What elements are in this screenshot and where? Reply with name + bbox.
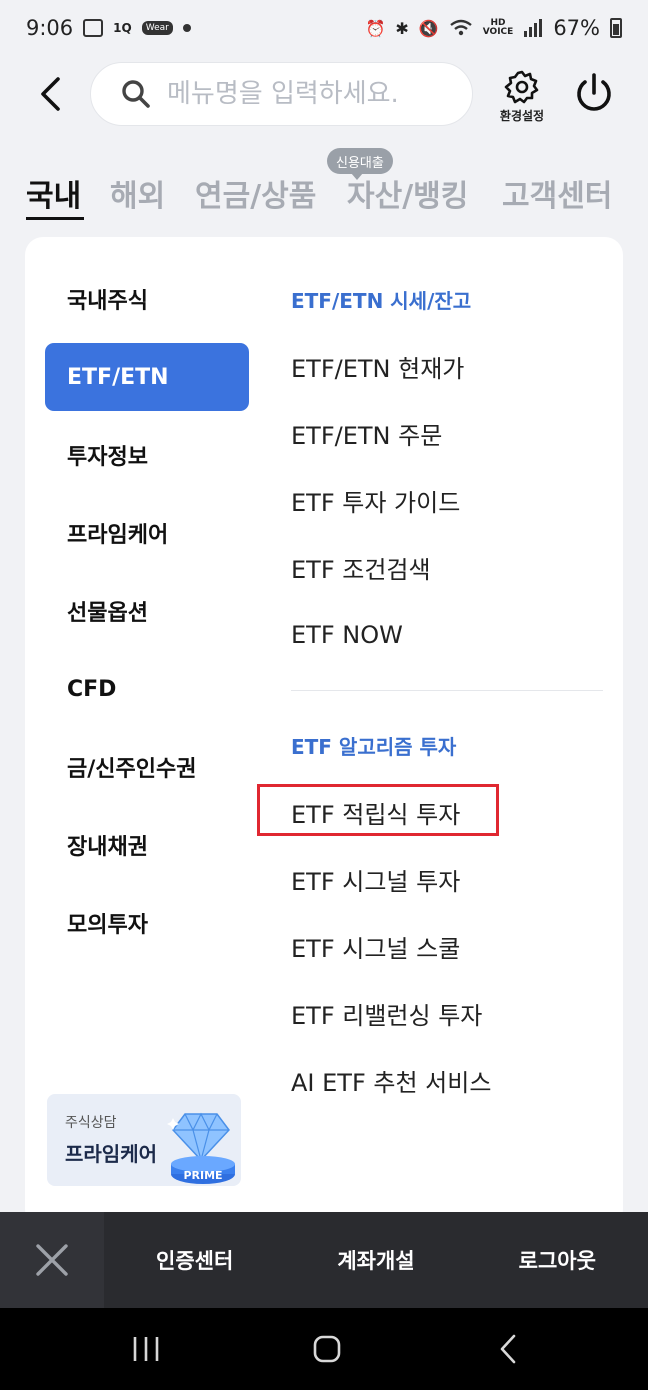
home-button[interactable] [297,1326,357,1372]
submenu-etf-now[interactable]: ETF NOW [291,601,603,668]
tab-pension[interactable]: 연금/상품 [195,171,316,215]
submenu-etf-installment[interactable]: ETF 적립식 투자 [257,779,603,846]
search-icon [122,80,150,108]
left-nav: 국내주식 ETF/ETN 투자정보 프라임케어 선물옵션 CFD 금/신주인수권… [45,265,249,967]
submenu-list: ETF/ETN 시세/잔고 ETF/ETN 현재가 ETF/ETN 주문 ETF… [257,265,603,1114]
menu-card: 국내주식 ETF/ETN 투자정보 프라임케어 선물옵션 CFD 금/신주인수권… [25,237,623,1227]
submenu-etf-signal-school[interactable]: ETF 시그널 스쿨 [291,913,603,980]
wifi-icon [449,18,473,38]
nav-item-domestic-stock[interactable]: 국내주식 [45,265,249,333]
system-navigation-bar [0,1308,648,1390]
mute-icon: 🔇 [418,18,439,38]
search-bar[interactable] [90,62,473,126]
power-icon [577,73,611,111]
logout-link[interactable]: 로그아웃 [467,1245,648,1275]
active-tab-indicator [26,217,84,220]
wear-icon: Wear [141,21,173,35]
prime-badge: PRIME [183,1169,222,1182]
chevron-left-icon [41,77,60,111]
section-title-algorithm: ETF 알고리즘 투자 [291,734,457,759]
prime-care-banner[interactable]: 주식상담 프라임케어 PRIME [47,1094,241,1186]
section-divider [291,690,603,691]
submenu-etf-rebalancing[interactable]: ETF 리밸런싱 투자 [291,980,603,1047]
nav-item-gold-rights[interactable]: 금/신주인수권 [45,733,249,801]
battery-percent: 67% [553,16,600,40]
nav-item-etf-etn[interactable]: ETF/ETN [45,343,249,411]
category-tabs: 국내 해외 연금/상품 신용대출 자산/뱅킹 고객센터 [0,145,648,225]
alarm-icon: ⏰ [365,18,386,38]
nav-item-cfd[interactable]: CFD [45,655,249,723]
battery-icon [610,18,622,38]
tab-assets-banking[interactable]: 자산/뱅킹 [347,171,468,215]
nav-item-prime-care[interactable]: 프라임케어 [45,499,249,567]
nav-item-investment-info[interactable]: 투자정보 [45,421,249,489]
settings-label: 환경설정 [499,109,545,123]
close-icon [36,1244,68,1276]
status-left: 9:06 1Q Wear [26,16,191,40]
tab-overseas[interactable]: 해외 [110,171,165,215]
settings-button[interactable]: 환경설정 [492,70,552,130]
recent-apps-button[interactable] [116,1326,176,1372]
open-account-link[interactable]: 계좌개설 [285,1245,466,1275]
system-back-button[interactable] [478,1326,538,1372]
auth-center-link[interactable]: 인증센터 [104,1245,285,1275]
submenu-etf-order[interactable]: ETF/ETN 주문 [291,400,603,467]
power-button[interactable] [572,72,616,116]
signal-icon [523,19,543,37]
back-arrow-icon [500,1334,516,1364]
nav-item-mock-trading[interactable]: 모의투자 [45,889,249,957]
bottom-action-bar: 인증센터 계좌개설 로그아웃 [0,1212,648,1308]
home-icon [313,1335,341,1363]
bluetooth-icon: ✱ [395,18,409,38]
diamond-icon: PRIME [167,1112,235,1184]
gear-icon [504,70,539,104]
header: 환경설정 [0,56,648,136]
status-right: ⏰ ✱ 🔇 HD VOICE 67% [365,16,622,40]
nav-item-futures-options[interactable]: 선물옵션 [45,577,249,645]
nav-item-bonds[interactable]: 장내채권 [45,811,249,879]
submenu-etf-installment-label: ETF 적립식 투자 [291,801,461,829]
1q-icon: 1Q [113,21,132,35]
tab-customer-center[interactable]: 고객센터 [502,171,612,215]
dot-icon [182,24,191,32]
submenu-etf-guide[interactable]: ETF 투자 가이드 [291,467,603,534]
submenu-etf-signal[interactable]: ETF 시그널 투자 [291,846,603,913]
recent-apps-icon [133,1337,159,1361]
submenu-ai-etf-recommend[interactable]: AI ETF 추천 서비스 [291,1047,603,1114]
submenu-etf-current-price[interactable]: ETF/ETN 현재가 [291,333,603,400]
submenu-etf-screener[interactable]: ETF 조건검색 [291,534,603,601]
hd-voice-icon: HD VOICE [482,18,514,37]
close-button[interactable] [0,1212,104,1308]
status-bar: 9:06 1Q Wear ⏰ ✱ 🔇 HD VOICE 67% [0,0,648,56]
section-title-quotes-balance: ETF/ETN 시세/잔고 [291,288,472,313]
gallery-icon [83,19,104,37]
search-input[interactable] [167,79,437,109]
status-time: 9:06 [26,16,74,40]
back-button[interactable] [30,72,70,116]
tab-domestic[interactable]: 국내 [26,171,81,215]
